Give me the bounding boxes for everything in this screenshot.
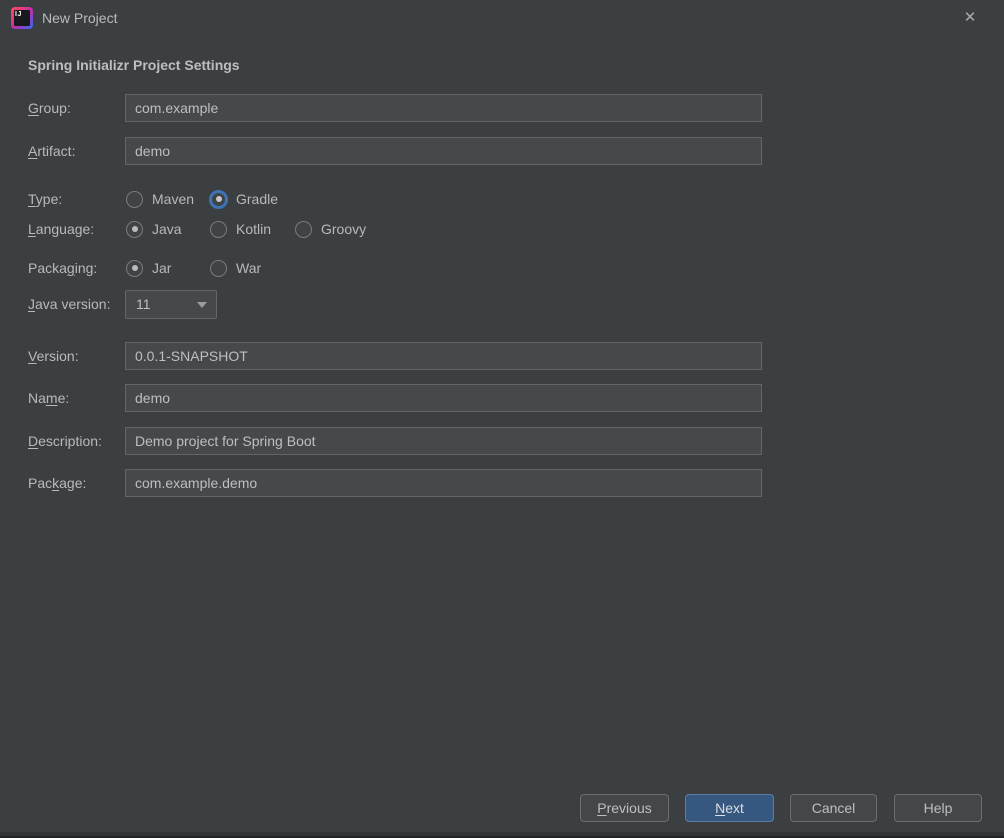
radio-packaging-war[interactable]: War	[210, 258, 261, 278]
intellij-idea-icon: IJ	[11, 7, 33, 29]
type-label: Type:	[28, 191, 63, 207]
language-label: Language:	[28, 221, 95, 237]
name-row: Name:	[28, 384, 762, 412]
next-button[interactable]: Next	[685, 794, 774, 822]
radio-icon[interactable]	[209, 189, 228, 209]
radio-icon[interactable]	[295, 220, 312, 238]
radio-language-groovy[interactable]: Groovy	[295, 219, 366, 239]
name-label: Name:	[28, 390, 70, 406]
radio-icon[interactable]	[126, 259, 143, 277]
window-bottom-edge	[0, 832, 1004, 838]
group-row: Group:	[28, 94, 762, 122]
artifact-label: Artifact:	[28, 143, 76, 159]
version-row: Version:	[28, 342, 762, 370]
java-version-value: 11	[136, 296, 151, 312]
previous-button[interactable]: Previous	[580, 794, 669, 822]
description-label: Description:	[28, 433, 102, 449]
radio-label: Maven	[152, 191, 195, 207]
radio-type-gradle[interactable]: Gradle	[209, 189, 279, 209]
description-row: Description:	[28, 427, 762, 455]
radio-icon[interactable]	[126, 220, 143, 238]
radio-icon[interactable]	[126, 190, 143, 208]
help-button[interactable]: Help	[894, 794, 982, 822]
radio-packaging-jar[interactable]: Jar	[126, 258, 171, 278]
artifact-row: Artifact:	[28, 137, 762, 165]
radio-label: Java	[152, 221, 182, 237]
radio-label: War	[236, 260, 262, 276]
package-label: Package:	[28, 475, 87, 491]
version-label: Version:	[28, 348, 79, 364]
new-project-dialog: IJ New Project ✕ Spring Initializr Proje…	[0, 0, 1004, 838]
packaging-row: Packaging: Jar War	[28, 258, 762, 278]
intellij-idea-icon-letters: IJ	[14, 10, 30, 26]
close-icon[interactable]: ✕	[954, 0, 986, 36]
group-label: Group:	[28, 100, 71, 116]
radio-icon[interactable]	[210, 259, 227, 277]
window-title: New Project	[42, 10, 118, 26]
package-input[interactable]	[125, 469, 762, 497]
radio-label: Gradle	[236, 191, 279, 207]
version-input[interactable]	[125, 342, 762, 370]
group-input[interactable]	[125, 94, 762, 122]
java-version-select[interactable]: 11	[125, 289, 217, 319]
packaging-label: Packaging:	[28, 260, 98, 276]
radio-language-kotlin[interactable]: Kotlin	[210, 219, 271, 239]
cancel-button[interactable]: Cancel	[790, 794, 877, 822]
radio-language-java[interactable]: Java	[126, 219, 182, 239]
name-input[interactable]	[125, 384, 762, 412]
package-row: Package:	[28, 469, 762, 497]
chevron-down-icon	[197, 301, 207, 308]
java-version-row: Java version: 11	[28, 289, 762, 319]
radio-label: Kotlin	[236, 221, 272, 237]
language-row: Language: Java Kotlin Groovy	[28, 219, 762, 239]
page-title: Spring Initializr Project Settings	[28, 57, 240, 73]
radio-label: Groovy	[321, 221, 367, 237]
radio-icon[interactable]	[210, 220, 227, 238]
radio-type-maven[interactable]: Maven	[126, 189, 194, 209]
radio-label: Jar	[152, 260, 172, 276]
java-version-label: Java version:	[28, 296, 111, 312]
titlebar[interactable]: IJ New Project ✕	[0, 0, 1004, 36]
type-row: Type: Maven Gradle	[28, 189, 762, 209]
artifact-input[interactable]	[125, 137, 762, 165]
description-input[interactable]	[125, 427, 762, 455]
